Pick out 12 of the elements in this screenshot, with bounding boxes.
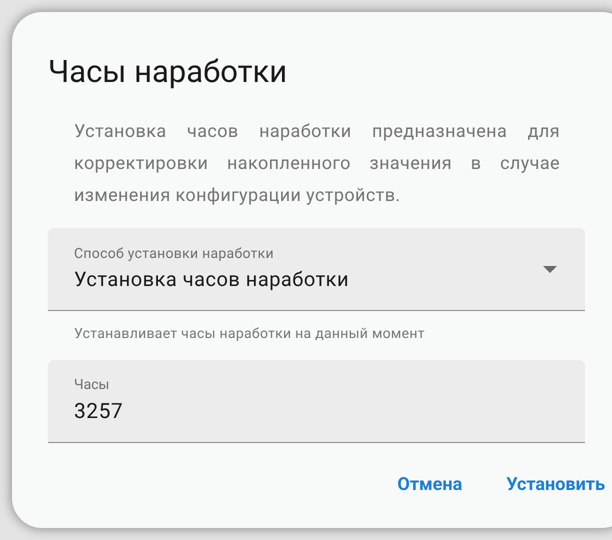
select-label: Способ установки наработки (74, 245, 275, 264)
confirm-button[interactable]: Установить (504, 469, 607, 501)
select-value: Установка часов наработки (74, 266, 350, 293)
method-select[interactable]: Способ установки наработки Установка часов наработки (48, 228, 585, 311)
select-helper-text: Устанавливает часы наработки на данный момент (74, 325, 426, 344)
cancel-button[interactable]: Отмена (395, 469, 464, 501)
hours-field[interactable]: Часы 3257 (48, 360, 585, 443)
dialog-title: Часы наработки (48, 52, 288, 92)
dialog-description: Установка часов наработки предназначена для корректировки накопленного значения в случае изменения конфигурации устройств. (74, 120, 560, 208)
hours-value: 3257 (74, 399, 124, 426)
dropdown-caret-icon (543, 266, 557, 273)
hours-label: Часы (74, 376, 110, 395)
